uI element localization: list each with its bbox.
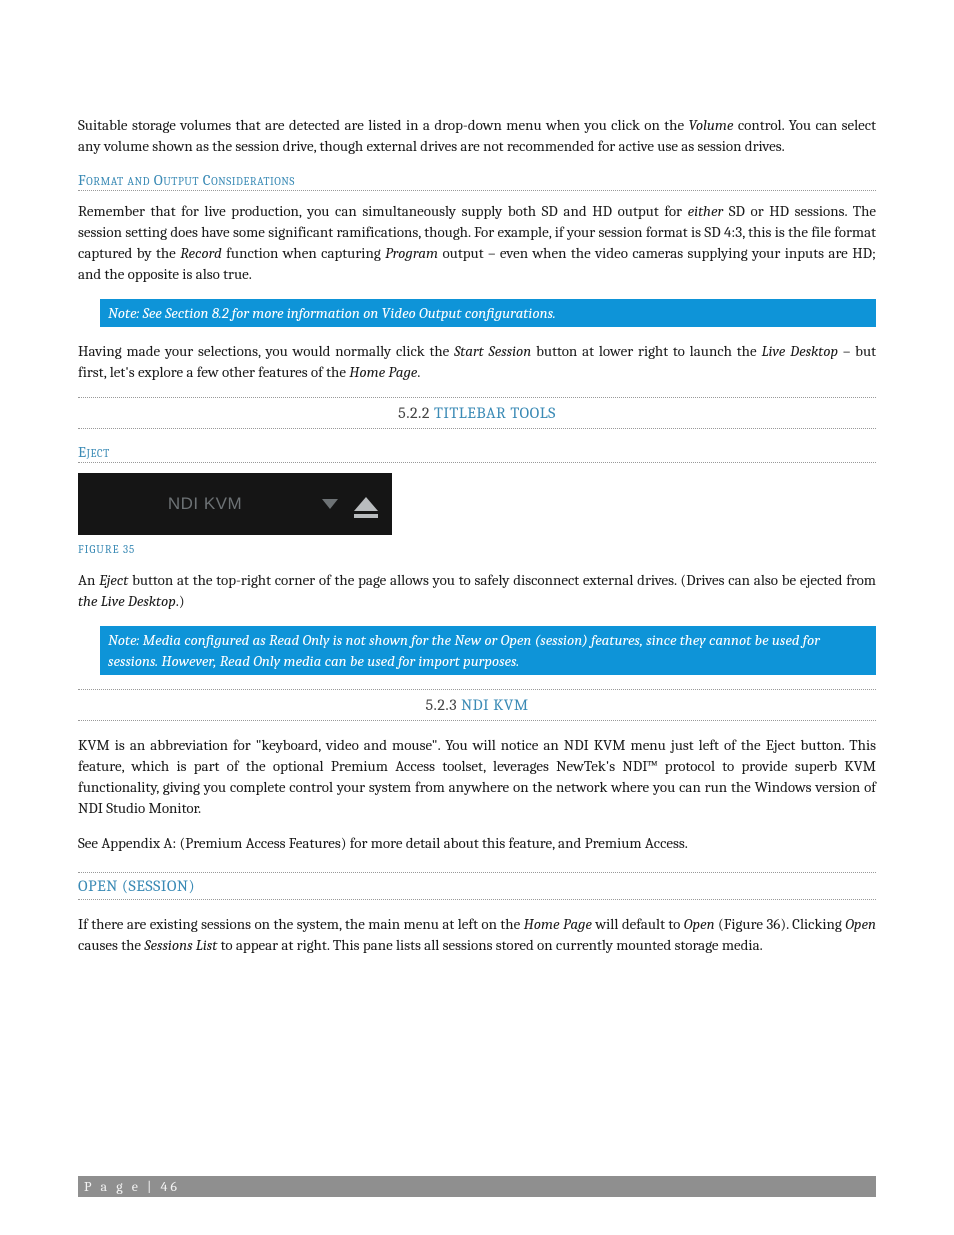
italic-volume: Volume [688, 116, 733, 134]
italic-program: Program [385, 244, 438, 262]
note-video-output: Note: See Section 8.2 for more informati… [100, 299, 876, 327]
italic-sessions-list: Sessions List [144, 936, 217, 954]
text: An [78, 571, 99, 589]
text: Having made your selections, you would n… [78, 342, 454, 360]
text: . [417, 363, 420, 381]
dropdown-icon [322, 499, 338, 509]
page-footer: P a g e | 46 [78, 1176, 876, 1197]
italic-home-page: Home Page [349, 363, 417, 381]
text: button at the top-right corner of the pa… [128, 571, 876, 589]
text: function when capturing [222, 244, 385, 262]
paragraph-format: Remember that for live production, you c… [78, 201, 876, 285]
italic-either: either [688, 202, 724, 220]
figure-ndi-kvm: NDI KVM [78, 473, 392, 535]
heading-number: 5.2.3 [425, 696, 461, 714]
text: will default to [592, 915, 684, 933]
text: .) [176, 592, 185, 610]
italic-live-desktop-2: the Live Desktop [78, 592, 176, 610]
italic-open-2: Open [845, 915, 876, 933]
text: to appear at right. This pane lists all … [217, 936, 762, 954]
heading-ndi-kvm: 5.2.3 NDI KVM [78, 689, 876, 721]
paragraph-open: If there are existing sessions on the sy… [78, 914, 876, 956]
text: button at lower right to launch the [531, 342, 761, 360]
italic-eject: Eject [99, 571, 128, 589]
eject-icon [354, 497, 378, 511]
heading-text: NDI KVM [461, 696, 528, 714]
text: Suitable storage volumes that are detect… [78, 116, 688, 134]
document-page: Suitable storage volumes that are detect… [0, 0, 954, 1235]
heading-open-session: OPEN (SESSION) [78, 872, 876, 900]
italic-live-desktop: Live Desktop [761, 342, 838, 360]
text: causes the [78, 936, 144, 954]
paragraph-kvm: KVM is an abbreviation for "keyboard, vi… [78, 735, 876, 819]
heading-titlebar-tools: 5.2.2 TITLEBAR TOOLS [78, 397, 876, 429]
italic-open: Open [684, 915, 715, 933]
italic-home-page-2: Home Page [524, 915, 592, 933]
note-read-only: Note: Media configured as Read Only is n… [100, 626, 876, 675]
heading-text: TITLEBAR TOOLS [434, 404, 556, 422]
italic-start-session: Start Session [454, 342, 531, 360]
italic-record: Record [180, 244, 222, 262]
paragraph-volume: Suitable storage volumes that are detect… [78, 115, 876, 157]
subheading-eject: Eject [78, 443, 876, 463]
text: (Figure 36). Clicking [715, 915, 846, 933]
text: If there are existing sessions on the sy… [78, 915, 524, 933]
paragraph-eject: An Eject button at the top-right corner … [78, 570, 876, 612]
text: Remember that for live production, you c… [78, 202, 688, 220]
ndi-kvm-label: NDI KVM [104, 494, 306, 514]
paragraph-appendix: See Appendix A: (Premium Access Features… [78, 833, 876, 854]
subheading-format-output: Format and Output Considerations [78, 171, 876, 191]
paragraph-start-session: Having made your selections, you would n… [78, 341, 876, 383]
heading-number: 5.2.2 [398, 404, 434, 422]
figure-caption-35: FIGURE 35 [78, 543, 876, 556]
